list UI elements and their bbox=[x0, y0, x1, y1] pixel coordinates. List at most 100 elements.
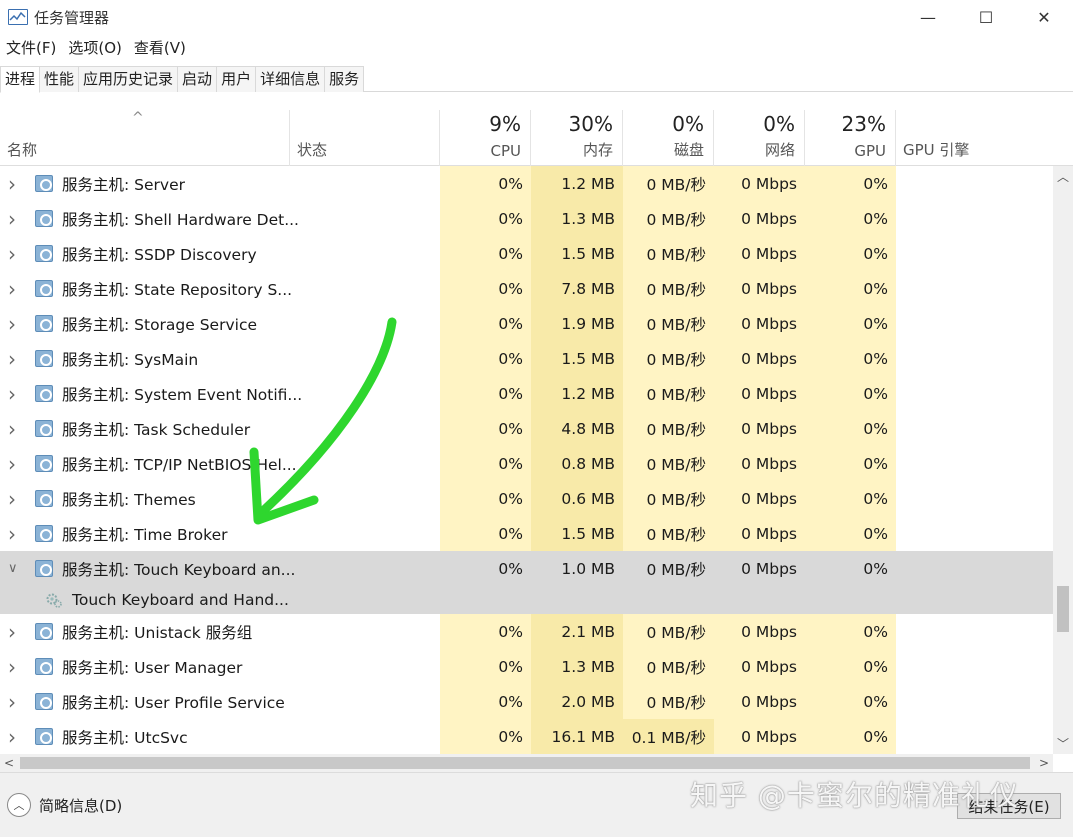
process-row[interactable]: › 服务主机: SSDP Discovery 0% 1.5 MB 0 MB/秒 0 Mbp… bbox=[0, 236, 1053, 271]
process-name: 服务主机: Storage Service bbox=[62, 315, 258, 334]
chevron-right-icon[interactable]: › bbox=[8, 271, 16, 306]
tab-users[interactable]: 用户 bbox=[217, 66, 257, 92]
process-row[interactable]: › 服务主机: Time Broker 0% 1.5 MB 0 MB/秒 0 Mbps 0% bbox=[0, 516, 1053, 551]
chevron-right-icon[interactable]: › bbox=[8, 201, 16, 236]
column-cpu[interactable]: 9% CPU bbox=[440, 110, 531, 166]
chevron-down-icon[interactable]: ∨ bbox=[8, 551, 18, 586]
chevron-right-icon[interactable]: › bbox=[8, 719, 16, 754]
title-bar: 任务管理器 — ☐ ✕ bbox=[0, 0, 1073, 34]
column-network[interactable]: 0% 网络 bbox=[714, 110, 805, 166]
chevron-right-icon[interactable]: › bbox=[8, 376, 16, 411]
close-button[interactable]: ✕ bbox=[1015, 0, 1073, 34]
disk-value: 0 MB/秒 bbox=[623, 684, 714, 719]
disk-value: 0 MB/秒 bbox=[623, 649, 714, 684]
service-host-gear-icon bbox=[35, 623, 53, 640]
maximize-button[interactable]: ☐ bbox=[957, 0, 1015, 34]
column-name[interactable]: ^ 名称 bbox=[0, 110, 290, 166]
tab-startup[interactable]: 启动 bbox=[178, 66, 218, 92]
service-host-gear-icon bbox=[35, 658, 53, 675]
tab-performance[interactable]: 性能 bbox=[40, 66, 80, 92]
chevron-right-icon[interactable]: › bbox=[8, 306, 16, 341]
tab-services[interactable]: 服务 bbox=[325, 66, 365, 92]
menu-view[interactable]: 查看(V) bbox=[128, 36, 192, 60]
network-value bbox=[714, 586, 805, 614]
memory-value: 1.2 MB bbox=[531, 376, 623, 411]
process-row[interactable]: › 服务主机: User Manager 0% 1.3 MB 0 MB/秒 0 Mbps 0… bbox=[0, 649, 1053, 684]
network-value: 0 Mbps bbox=[714, 649, 805, 684]
disk-value: 0.1 MB/秒 bbox=[623, 719, 714, 754]
cpu-value: 0% bbox=[440, 341, 531, 376]
process-row[interactable]: › 服务主机: Themes 0% 0.6 MB 0 MB/秒 0 Mbps 0% bbox=[0, 481, 1053, 516]
process-row[interactable]: › 服务主机: Storage Service 0% 1.9 MB 0 MB/秒 0 Mb… bbox=[0, 306, 1053, 341]
gpu-value bbox=[805, 586, 896, 614]
process-name: 服务主机: TCP/IP NetBIOS Hel... bbox=[62, 455, 297, 474]
menu-file[interactable]: 文件(F) bbox=[0, 36, 62, 60]
chevron-right-icon[interactable]: › bbox=[8, 411, 16, 446]
horizontal-scroll-thumb[interactable] bbox=[20, 757, 1030, 769]
chevron-right-icon[interactable]: › bbox=[8, 236, 16, 271]
chevron-right-icon[interactable]: › bbox=[8, 341, 16, 376]
watermark: 知乎 @卡蜜尔的精准礼仪 bbox=[690, 779, 1019, 812]
network-value: 0 Mbps bbox=[714, 446, 805, 481]
chevron-right-icon[interactable]: › bbox=[8, 446, 16, 481]
horizontal-scrollbar[interactable]: < > bbox=[0, 754, 1053, 772]
process-row[interactable]: › 服务主机: Task Scheduler 0% 4.8 MB 0 MB/秒 0 Mbp… bbox=[0, 411, 1053, 446]
memory-value bbox=[531, 586, 623, 614]
fewer-details-button[interactable]: ︿ 简略信息(D) bbox=[7, 793, 122, 817]
memory-value: 1.5 MB bbox=[531, 341, 623, 376]
tab-details[interactable]: 详细信息 bbox=[256, 66, 326, 92]
service-host-gear-icon bbox=[35, 420, 53, 437]
minimize-button[interactable]: — bbox=[899, 0, 957, 34]
column-memory[interactable]: 30% 内存 bbox=[531, 110, 623, 166]
memory-value: 2.0 MB bbox=[531, 684, 623, 719]
memory-value: 1.9 MB bbox=[531, 306, 623, 341]
scroll-up-icon[interactable]: ︿ bbox=[1053, 168, 1073, 185]
column-gpu-engine[interactable]: GPU 引擎 bbox=[896, 110, 1053, 166]
process-row[interactable]: › 服务主机: User Profile Service 0% 2.0 MB 0 MB/… bbox=[0, 684, 1053, 719]
column-gpu[interactable]: 23% GPU bbox=[805, 110, 896, 166]
process-row[interactable]: › 服务主机: SysMain 0% 1.5 MB 0 MB/秒 0 Mbps 0% bbox=[0, 341, 1053, 376]
process-row[interactable]: › 服务主机: State Repository S... 0% 7.8 MB 0 MB… bbox=[0, 271, 1053, 306]
scroll-right-icon[interactable]: > bbox=[1039, 754, 1049, 772]
chevron-right-icon[interactable]: › bbox=[8, 516, 16, 551]
chevron-right-icon[interactable]: › bbox=[8, 649, 16, 684]
process-subrow[interactable]: Touch Keyboard and Hand... bbox=[0, 586, 1053, 614]
tab-app-history[interactable]: 应用历史记录 bbox=[79, 66, 179, 92]
memory-value: 0.8 MB bbox=[531, 446, 623, 481]
cpu-value: 0% bbox=[440, 684, 531, 719]
process-row[interactable]: › 服务主机: System Event Notifi... 0% 1.2 MB 0 M… bbox=[0, 376, 1053, 411]
process-row[interactable]: › 服务主机: Server 0% 1.2 MB 0 MB/秒 0 Mbps 0% bbox=[0, 166, 1053, 201]
column-status[interactable]: 状态 bbox=[290, 110, 440, 166]
process-row[interactable]: › 服务主机: Shell Hardware Det... 0% 1.3 MB 0 MB… bbox=[0, 201, 1053, 236]
memory-value: 1.0 MB bbox=[561, 559, 615, 578]
network-value: 0 Mbps bbox=[714, 271, 805, 306]
network-value: 0 Mbps bbox=[714, 236, 805, 271]
chevron-right-icon[interactable]: › bbox=[8, 481, 16, 516]
scroll-down-icon[interactable]: ﹀ bbox=[1053, 735, 1073, 752]
process-row[interactable]: › 服务主机: UtcSvc 0% 16.1 MB 0.1 MB/秒 0 Mbps 0% bbox=[0, 719, 1053, 754]
service-host-gear-icon bbox=[35, 245, 53, 262]
process-row[interactable]: ∨ 服务主机: Touch Keyboard an... 0% 1.0 MB 0 MB/… bbox=[0, 551, 1053, 586]
vertical-scrollbar[interactable]: ︿ ﹀ bbox=[1053, 166, 1073, 754]
chevron-right-icon[interactable]: › bbox=[8, 166, 16, 201]
gpu-value: 0% bbox=[805, 446, 896, 481]
gpu-value: 0% bbox=[805, 614, 896, 649]
process-list: › 服务主机: Server 0% 1.2 MB 0 MB/秒 0 Mbps 0% › 服务主机… bbox=[0, 166, 1053, 754]
scroll-left-icon[interactable]: < bbox=[4, 754, 14, 772]
gpu-value: 0% bbox=[805, 376, 896, 411]
cpu-value: 0% bbox=[440, 516, 531, 551]
chevron-right-icon[interactable]: › bbox=[8, 614, 16, 649]
chevron-right-icon[interactable]: › bbox=[8, 684, 16, 719]
menu-options[interactable]: 选项(O) bbox=[62, 36, 128, 60]
service-host-gear-icon bbox=[35, 560, 53, 577]
service-host-gear-icon bbox=[35, 210, 53, 227]
network-value: 0 Mbps bbox=[714, 411, 805, 446]
vertical-scroll-thumb[interactable] bbox=[1057, 586, 1069, 632]
process-row[interactable]: › 服务主机: TCP/IP NetBIOS Hel... 0% 0.8 MB 0 MB… bbox=[0, 446, 1053, 481]
process-row[interactable]: › 服务主机: Unistack 服务组 0% 2.1 MB 0 MB/秒 0 Mbps 0… bbox=[0, 614, 1053, 649]
service-host-gear-icon bbox=[35, 280, 53, 297]
tab-processes[interactable]: 进程 bbox=[0, 66, 41, 93]
cpu-value: 0% bbox=[440, 446, 531, 481]
column-disk[interactable]: 0% 磁盘 bbox=[623, 110, 714, 166]
service-host-gear-icon bbox=[35, 385, 53, 402]
